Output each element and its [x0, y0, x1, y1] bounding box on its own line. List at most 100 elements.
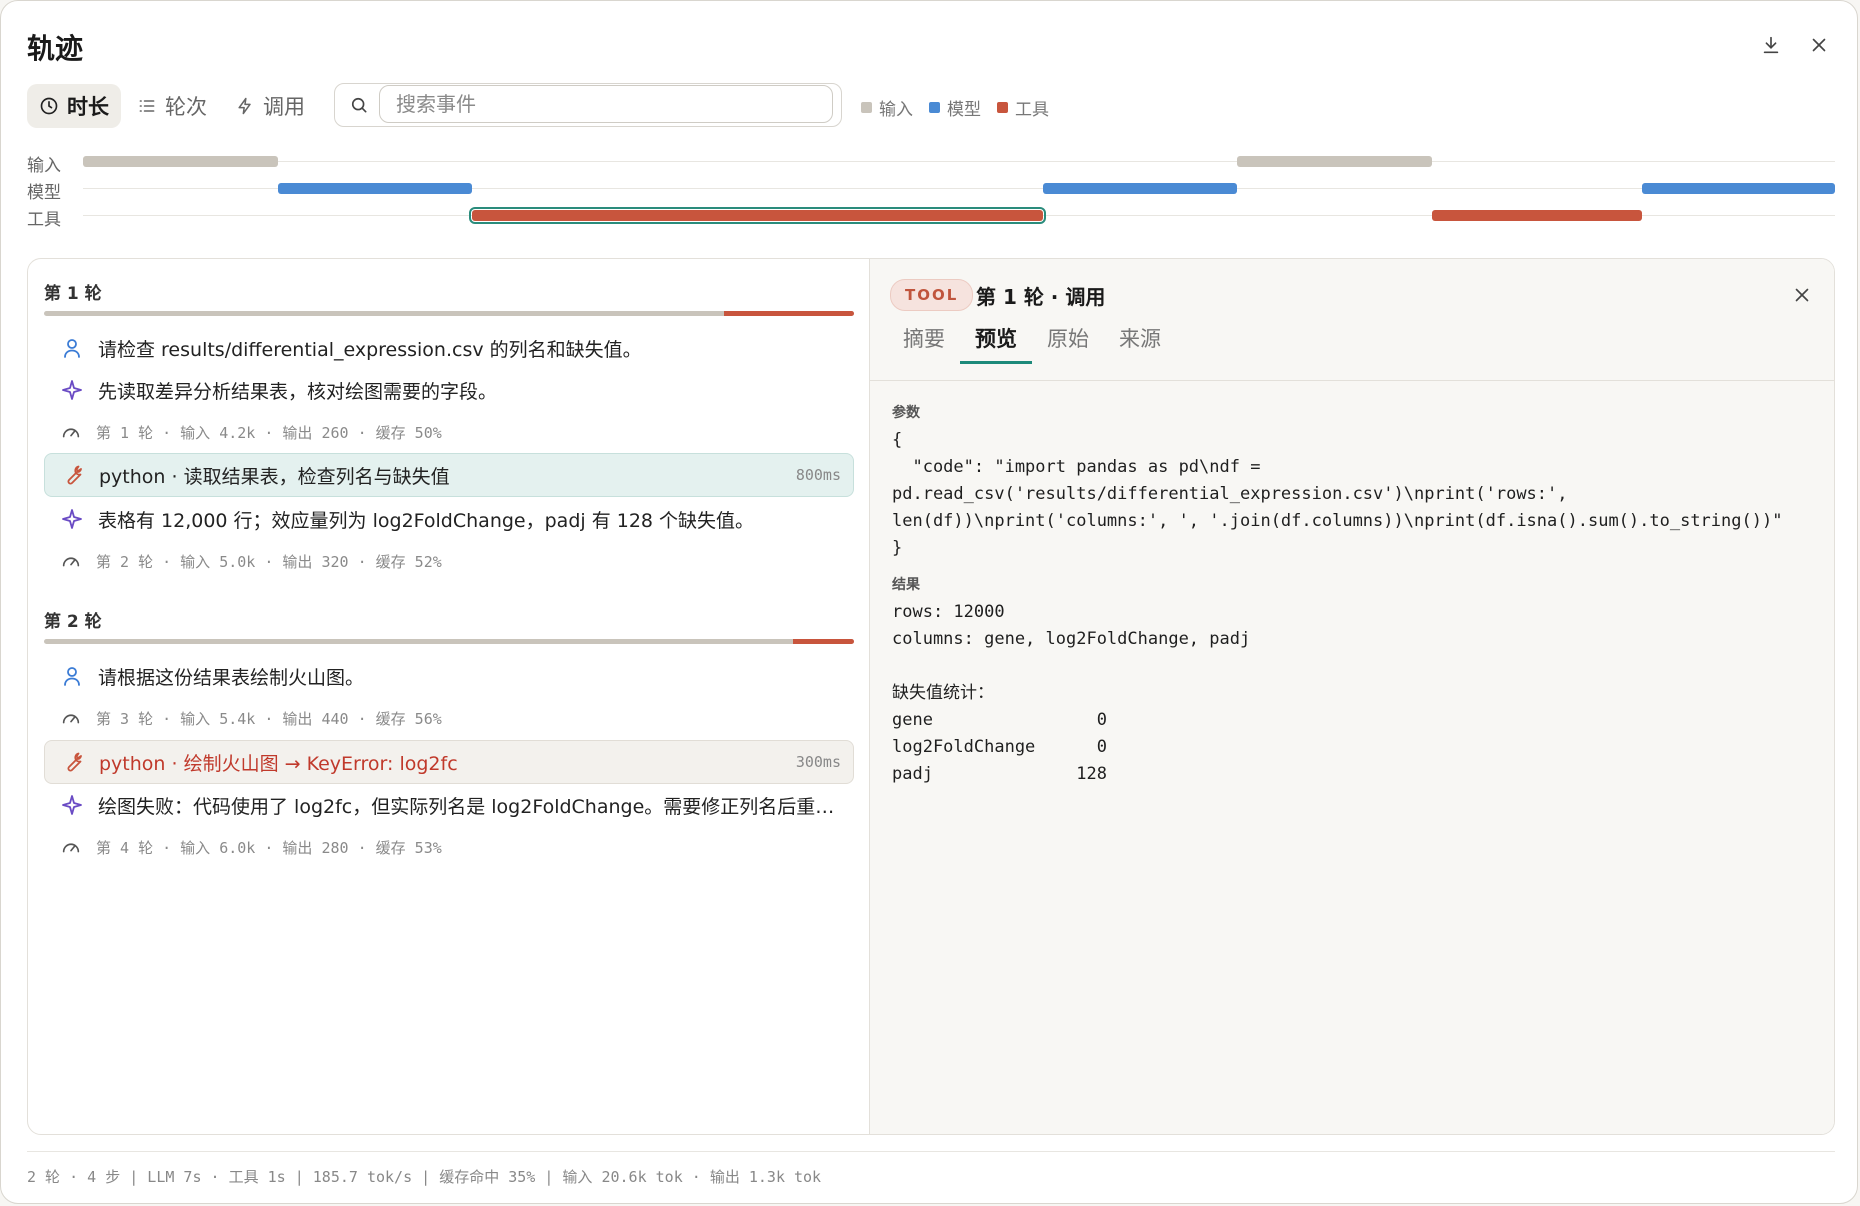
download-button[interactable]: [1755, 29, 1787, 61]
tool-badge: TOOL: [890, 279, 974, 311]
footer-divider: [27, 1151, 1835, 1152]
code-line: "code": "import pandas as pd\ndf =: [892, 457, 1261, 477]
trace-window: 轨迹 时长 轮次 调用 输入 模型 工具 输入 模型 工具: [0, 0, 1858, 1204]
tab-summary[interactable]: 摘要: [888, 315, 960, 364]
legend-swatch: [997, 102, 1008, 113]
timeline-span-model[interactable]: [1642, 183, 1835, 194]
segment-calls[interactable]: 调用: [223, 84, 317, 128]
timeline-span-model[interactable]: [1042, 183, 1238, 194]
sparkle-icon: [62, 509, 82, 529]
code-line: padj 128: [892, 764, 1107, 784]
event-usage-meta: 第 3 轮 · 输入 5.4k · 输出 440 · 缓存 56%: [44, 697, 854, 739]
segment-label: 调用: [263, 95, 305, 119]
event-usage-meta: 第 4 轮 · 输入 6.0k · 输出 280 · 缓存 53%: [44, 826, 854, 868]
gauge-icon: [62, 428, 80, 438]
tab-raw[interactable]: 原始: [1032, 315, 1104, 364]
event-meta-text: 第 2 轮 · 输入 5.0k · 输出 320 · 缓存 52%: [96, 552, 442, 571]
close-window-button[interactable]: [1803, 29, 1835, 61]
code-line: }: [892, 538, 903, 558]
legend-item-tool: 工具: [997, 95, 1049, 120]
list-icon: [139, 100, 155, 112]
timeline: 输入 模型 工具: [27, 151, 1835, 231]
code-line: len(df))\nprint('columns:', ', '.join(df…: [892, 511, 1783, 531]
detail-title: 第 1 轮 · 调用: [976, 285, 1106, 309]
window-title: 轨迹: [27, 32, 84, 65]
timeline-span-input[interactable]: [1237, 156, 1433, 167]
event-user-message[interactable]: 请根据这份结果表绘制火山图。: [44, 655, 854, 697]
event-meta-text: 第 1 轮 · 输入 4.2k · 输出 260 · 缓存 50%: [96, 423, 442, 442]
timeline-lane-label: 模型: [27, 183, 61, 203]
event-meta-text: 第 4 轮 · 输入 6.0k · 输出 280 · 缓存 53%: [96, 838, 442, 857]
trace-panel: 第 1 轮 请检查 results/differential_expressio…: [27, 258, 1835, 1135]
timeline-span-model[interactable]: [277, 183, 473, 194]
search-icon: [351, 97, 367, 113]
legend-item-model: 模型: [929, 95, 981, 120]
bolt-icon: [238, 97, 251, 115]
result-label: 结果: [892, 577, 920, 593]
code-line: {: [892, 430, 903, 450]
close-detail-button[interactable]: [1786, 279, 1818, 311]
tabs-divider: [870, 380, 1834, 381]
code-line: rows: 12000: [892, 602, 1005, 622]
tab-source[interactable]: 来源: [1104, 315, 1176, 364]
event-text: python · 绘制火山图 → KeyError: log2fc: [99, 752, 458, 775]
event-text: 绘图失败：代码使用了 log2fc，但实际列名是 log2FoldChange。…: [98, 795, 843, 818]
segment-rounds[interactable]: 轮次: [125, 84, 219, 128]
gauge-icon: [62, 843, 80, 853]
event-text: 请检查 results/differential_expression.csv …: [98, 338, 642, 361]
event-text: 表格有 12,000 行；效应量列为 log2FoldChange，padj 有…: [98, 509, 755, 532]
footer-stats: 2 轮 · 4 步 | LLM 7s · 工具 1s | 185.7 tok/s…: [27, 1168, 822, 1186]
timeline-span-tool[interactable]: [469, 207, 1046, 224]
legend-swatch: [861, 102, 872, 113]
event-tool-call-error[interactable]: python · 绘制火山图 → KeyError: log2fc 300ms: [44, 740, 854, 784]
params-label: 参数: [892, 405, 920, 421]
round-tool-share: [793, 639, 854, 644]
detail-tabs: 摘要 预览 原始 来源: [888, 315, 1176, 364]
event-usage-meta: 第 1 轮 · 输入 4.2k · 输出 260 · 缓存 50%: [44, 411, 854, 453]
event-duration: 800ms: [795, 466, 841, 484]
legend-swatch: [929, 102, 940, 113]
legend-label: 输入: [879, 100, 913, 120]
event-model-message[interactable]: 先读取差异分析结果表，核对绘图需要的字段。: [44, 369, 854, 411]
params-code: { "code": "import pandas as pd\ndf = pd.r…: [892, 427, 1782, 562]
tab-preview[interactable]: 预览: [960, 315, 1032, 364]
gauge-icon: [62, 714, 80, 724]
segment-duration[interactable]: 时长: [27, 84, 121, 128]
code-line: log2FoldChange 0: [892, 737, 1107, 757]
detail-pane: TOOL 第 1 轮 · 调用 摘要 预览 原始 来源 参数 { "code":…: [869, 259, 1834, 1134]
round-title: 第 2 轮: [44, 612, 102, 632]
event-model-message[interactable]: 表格有 12,000 行；效应量列为 log2FoldChange，padj 有…: [44, 498, 854, 540]
timeline-span-tool[interactable]: [1432, 210, 1643, 221]
event-usage-meta: 第 2 轮 · 输入 5.0k · 输出 320 · 缓存 52%: [44, 540, 854, 582]
event-model-message[interactable]: 绘图失败：代码使用了 log2fc，但实际列名是 log2FoldChange。…: [44, 784, 854, 826]
user-icon: [64, 667, 80, 686]
event-text: 请根据这份结果表绘制火山图。: [98, 666, 365, 689]
event-text: 先读取差异分析结果表，核对绘图需要的字段。: [98, 380, 498, 403]
event-user-message[interactable]: 请检查 results/differential_expression.csv …: [44, 327, 854, 369]
sparkle-icon: [62, 380, 82, 400]
legend: 输入 模型 工具: [861, 95, 1049, 120]
event-tool-call[interactable]: python · 读取结果表，检查列名与缺失值 800ms: [44, 453, 854, 497]
code-line: 缺失值统计：: [892, 683, 994, 703]
timeline-lane-line: [83, 161, 1835, 162]
search-input[interactable]: [379, 85, 833, 123]
event-duration: 300ms: [795, 753, 841, 771]
timeline-lane-label: 工具: [27, 210, 61, 230]
round-tool-share: [724, 311, 854, 316]
close-icon: [1795, 288, 1809, 302]
timeline-span-input[interactable]: [83, 156, 278, 167]
close-icon: [1812, 38, 1826, 52]
round-progress-bar: [44, 639, 854, 644]
sparkle-icon: [62, 795, 82, 815]
legend-item-input: 输入: [861, 95, 913, 120]
result-output: rows: 12000 columns: gene, log2FoldChange…: [892, 599, 1250, 788]
event-list: 第 1 轮 请检查 results/differential_expressio…: [28, 259, 869, 1134]
code-line: gene 0: [892, 710, 1107, 730]
user-icon: [64, 339, 80, 358]
gauge-icon: [62, 557, 80, 567]
round-progress-bar: [44, 311, 854, 316]
download-icon: [1763, 36, 1779, 54]
timeline-lane-label: 输入: [27, 156, 61, 176]
segment-label: 时长: [67, 95, 109, 119]
